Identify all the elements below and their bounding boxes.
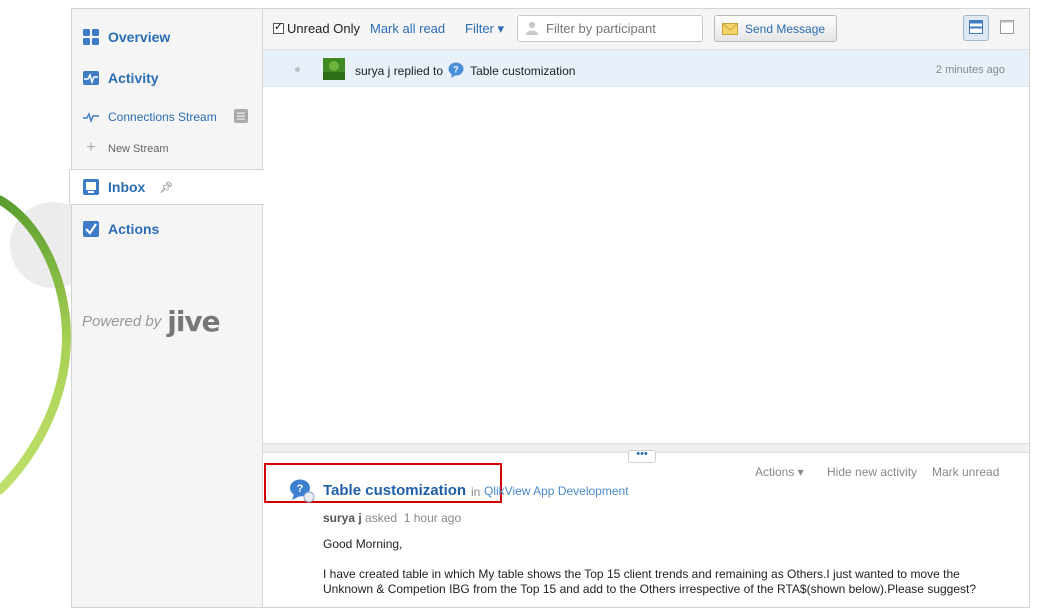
message-author[interactable]: surya j — [355, 64, 390, 78]
post-greeting: Good Morning, — [323, 537, 403, 551]
resize-handle[interactable]: ••• — [628, 449, 656, 463]
question-bubble-icon: ? — [448, 62, 464, 78]
stream-options-icon[interactable] — [234, 109, 248, 123]
mark-all-read-link[interactable]: Mark all read — [370, 21, 445, 36]
single-view-icon — [1000, 19, 1014, 37]
split-view-icon — [969, 19, 983, 37]
participant-filter-input[interactable] — [517, 15, 703, 42]
decorative-arc — [0, 0, 80, 593]
split-view-button[interactable] — [963, 15, 989, 41]
message-summary: surya j replied to ? Table customization — [355, 62, 575, 79]
post-verb: asked — [365, 511, 398, 525]
sidebar-item-label: Overview — [108, 29, 171, 45]
svg-text:?: ? — [297, 483, 304, 495]
inbox-toolbar: Unread Only Mark all read Filter ▾ Send … — [263, 9, 1029, 50]
envelope-icon — [722, 22, 738, 35]
post-body-line-2: Unknown & Competion IBG from the Top 15 … — [323, 582, 977, 596]
jive-logo[interactable]: jive — [167, 305, 220, 338]
post-author[interactable]: surya j — [323, 511, 362, 525]
powered-by: Powered by jive — [82, 305, 221, 338]
overview-icon — [83, 29, 99, 45]
sidebar-item-connections-stream[interactable]: Connections Stream — [72, 99, 263, 135]
read-indicator[interactable] — [295, 67, 300, 72]
sidebar-item-label: Inbox — [108, 179, 146, 195]
plus-icon: + — [86, 139, 96, 156]
message-time: 2 minutes ago — [935, 64, 1005, 76]
question-bubble-icon: ? — [289, 479, 315, 503]
actions-dropdown[interactable]: Actions ▾ — [755, 465, 804, 479]
unread-only-toggle[interactable]: Unread Only — [273, 20, 360, 36]
sidebar-item-label: Connections Stream — [108, 110, 217, 124]
sidebar-item-activity[interactable]: Activity — [72, 60, 263, 96]
person-icon — [525, 21, 539, 35]
sidebar-item-actions[interactable]: Actions — [72, 211, 263, 247]
post-body-line-1: I have created table in which My table s… — [323, 567, 960, 581]
sidebar-item-new-stream[interactable]: + New Stream — [72, 131, 263, 167]
svg-text:?: ? — [453, 65, 459, 75]
unread-only-checkbox[interactable] — [273, 20, 284, 34]
stream-icon — [83, 109, 99, 125]
sidebar-item-label: New Stream — [108, 143, 169, 155]
unread-only-label: Unread Only — [287, 21, 360, 36]
discussion-title[interactable]: Table customization — [323, 482, 466, 499]
sidebar: Overview Activity Connections Stream + N… — [69, 9, 264, 607]
inbox-message-row[interactable]: surya j replied to ? Table customization… — [263, 50, 1029, 87]
sidebar-item-overview[interactable]: Overview — [72, 19, 263, 55]
place-prefix: in — [471, 485, 481, 499]
sidebar-item-label: Actions — [108, 221, 160, 237]
activity-icon — [83, 70, 99, 86]
send-message-button[interactable]: Send Message — [714, 15, 837, 42]
app-window: Overview Activity Connections Stream + N… — [69, 8, 1030, 608]
place-link[interactable]: QlikView App Development — [484, 484, 629, 498]
avatar[interactable] — [323, 58, 345, 80]
message-subject[interactable]: Table customization — [470, 64, 575, 78]
powered-by-text: Powered by — [82, 313, 162, 330]
pin-icon[interactable]: 📌︎ — [159, 181, 173, 194]
send-message-label: Send Message — [745, 21, 826, 36]
filter-dropdown[interactable]: Filter ▾ — [465, 21, 504, 37]
sidebar-item-inbox[interactable]: Inbox 📌︎ — [69, 169, 264, 205]
mark-unread-link[interactable]: Mark unread — [932, 465, 999, 479]
sidebar-item-label: Activity — [108, 70, 159, 86]
post-meta: surya j asked 1 hour ago — [323, 511, 461, 525]
actions-icon — [83, 221, 99, 237]
inbox-icon — [83, 179, 99, 195]
post-time: 1 hour ago — [403, 511, 462, 525]
hide-new-activity-link[interactable]: Hide new activity — [827, 465, 917, 479]
single-view-button[interactable] — [994, 15, 1020, 41]
message-action: replied to — [393, 64, 444, 78]
